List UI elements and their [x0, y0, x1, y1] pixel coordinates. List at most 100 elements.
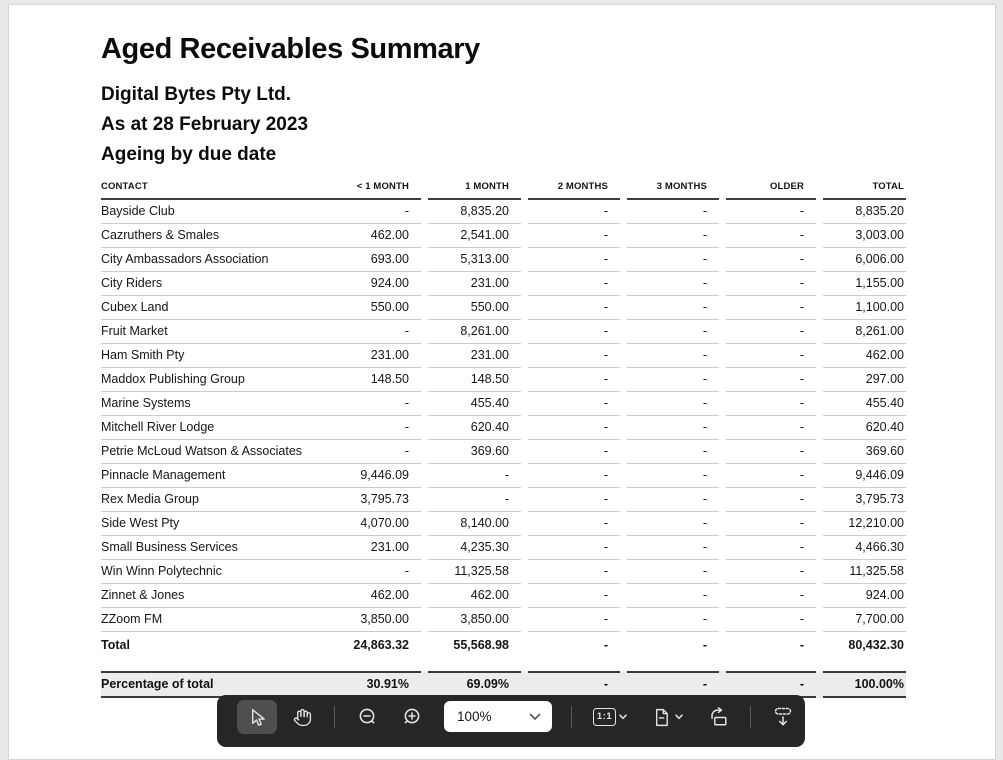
amount-cell: 231.00 [428, 271, 521, 296]
amount-cell: - [627, 247, 719, 272]
column-gap [719, 248, 726, 272]
column-gap [620, 296, 627, 320]
column-gap [620, 632, 627, 660]
column-gap [816, 536, 823, 560]
column-gap [521, 248, 528, 272]
amount-cell: 4,070.00 [326, 511, 421, 536]
amount-cell: - [726, 511, 816, 536]
download-button[interactable] [763, 700, 803, 734]
amount-cell: 6,006.00 [823, 247, 906, 272]
amount-cell: - [627, 343, 719, 368]
column-gap [816, 248, 823, 272]
amount-cell: - [726, 343, 816, 368]
column-gap [421, 181, 428, 199]
amount-cell: - [726, 607, 816, 632]
amount-cell: 231.00 [326, 535, 421, 560]
column-header: 1 MONTH [428, 181, 521, 200]
amount-cell: - [528, 247, 620, 272]
column-gap [719, 344, 726, 368]
amount-cell: - [627, 559, 719, 584]
column-gap [421, 248, 428, 272]
contact-cell: Pinnacle Management [101, 463, 326, 488]
column-gap [421, 560, 428, 584]
column-gap [521, 464, 528, 488]
percentage-amount-cell: 30.91% [326, 671, 421, 698]
zoom-level-select[interactable]: 100% [444, 701, 552, 732]
actual-size-icon: 1:1 [593, 708, 616, 726]
total-amount-cell: 80,432.30 [848, 638, 904, 652]
amount-cell: - [528, 607, 620, 632]
column-gap [620, 344, 627, 368]
table-body: Bayside Club -8,835.20- - -8,835.20 Cazruthe… [101, 199, 906, 659]
page-view-button[interactable] [641, 700, 693, 734]
amount-cell: 9,446.09 [326, 463, 421, 488]
amount-cell: 12,210.00 [823, 511, 906, 536]
amount-cell: - [627, 199, 719, 224]
column-gap [620, 224, 627, 248]
toolbar-divider [571, 706, 572, 728]
column-gap [521, 199, 528, 224]
amount-cell: - [726, 583, 816, 608]
amount-cell: - [528, 223, 620, 248]
amount-cell: - [428, 487, 521, 512]
column-gap [421, 632, 428, 660]
amount-cell: 11,325.58 [428, 559, 521, 584]
percentage-amount-cell: 100.00% [823, 671, 906, 698]
amount-cell: 550.00 [326, 295, 421, 320]
select-tool-button[interactable] [237, 700, 277, 734]
rotate-page-button[interactable] [698, 700, 738, 734]
zoom-out-icon [356, 706, 378, 728]
amount-cell: - [528, 487, 620, 512]
chevron-down-icon [675, 714, 683, 720]
report-date: As at 28 February 2023 [101, 114, 309, 135]
column-gap [421, 440, 428, 464]
amount-cell: 1,155.00 [823, 271, 906, 296]
column-gap [521, 632, 528, 660]
column-gap [421, 608, 428, 632]
amount-cell: 455.40 [823, 391, 906, 416]
column-gap [816, 440, 823, 464]
amount-cell: 693.00 [326, 247, 421, 272]
amount-cell: - [627, 391, 719, 416]
actual-size-button[interactable]: 1:1 [584, 700, 636, 734]
table-row: Mitchell River Lodge -620.40- - -620.40 [101, 415, 906, 440]
total-amount-cell: - [702, 638, 707, 652]
percentage-table: Percentage of total 30.91% 69.09% - - -100.00… [101, 671, 906, 698]
amount-cell: - [326, 439, 421, 464]
contact-cell: Mitchell River Lodge [101, 415, 326, 440]
amount-cell: - [528, 583, 620, 608]
report-viewer-app: { "report": { "title": "Aged Receivables… [0, 0, 1003, 760]
contact-cell: City Ambassadors Association [101, 247, 326, 272]
column-gap [620, 672, 627, 697]
pan-tool-button[interactable] [282, 700, 322, 734]
percentage-amount-cell: - [627, 671, 719, 698]
amount-cell: 9,446.09 [823, 463, 906, 488]
column-gap [816, 368, 823, 392]
column-gap [620, 512, 627, 536]
percentage-of-total-band: Percentage of total 30.91% 69.09% - - -100.00… [101, 671, 906, 698]
total-row: Total 24,863.32 55,568.98 - - - 80,432.30 [101, 632, 906, 660]
zoom-out-button[interactable] [347, 700, 387, 734]
column-header: OLDER [726, 181, 816, 200]
column-gap [421, 464, 428, 488]
column-gap [719, 488, 726, 512]
column-gap [620, 416, 627, 440]
amount-cell: 462.00 [428, 583, 521, 608]
table-row: Bayside Club -8,835.20- - -8,835.20 [101, 199, 906, 224]
column-gap [620, 464, 627, 488]
amount-cell: - [528, 295, 620, 320]
amount-cell: - [726, 295, 816, 320]
amount-cell: - [726, 223, 816, 248]
column-gap [719, 560, 726, 584]
zoom-in-button[interactable] [392, 700, 432, 734]
cursor-icon [247, 707, 268, 728]
amount-cell: - [726, 559, 816, 584]
amount-cell: - [627, 319, 719, 344]
table-row: Ham Smith Pty 231.00 231.00- - -462.00 [101, 343, 906, 368]
amount-cell: 3,850.00 [428, 607, 521, 632]
column-gap [719, 296, 726, 320]
amount-cell: - [726, 391, 816, 416]
amount-cell: 369.60 [823, 439, 906, 464]
table-row: City Ambassadors Association 693.00 5,313.… [101, 247, 906, 272]
column-gap [620, 608, 627, 632]
